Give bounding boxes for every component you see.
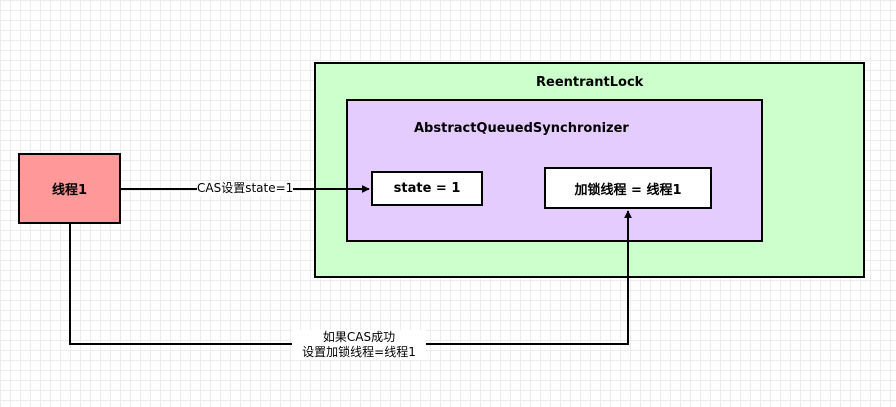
cas-edge-label: CAS设置state=1: [197, 181, 294, 196]
owner-set-edge-label-line1: 如果CAS成功: [322, 330, 396, 344]
owner-set-edge: [69, 210, 632, 345]
edges-layer: [69, 185, 632, 345]
owner-set-edge-label: 如果CAS成功 设置加锁线程=线程1: [292, 330, 426, 360]
owner-set-edge-label-line2: 设置加锁线程=线程1: [302, 345, 416, 359]
